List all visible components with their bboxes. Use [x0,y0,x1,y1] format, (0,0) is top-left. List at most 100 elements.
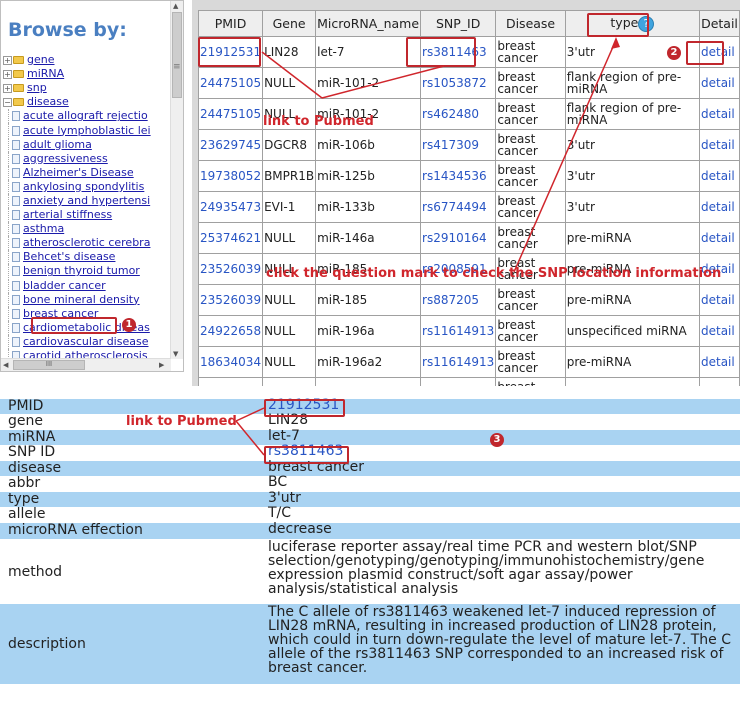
tree-horizontal-scroll-thumb[interactable]: III [13,360,85,370]
snp-link[interactable]: rs417309 [422,138,479,152]
tree-disease-item[interactable]: asthma [3,222,169,237]
scroll-up-arrow-icon[interactable]: ▲ [173,2,178,10]
snp-link[interactable]: rs887205 [422,293,479,307]
detail-link[interactable]: detail [701,107,735,121]
pmid-cell[interactable]: 24475105 [197,67,264,99]
tree-category-link[interactable]: miRNA [27,67,64,81]
pmid-cell[interactable]: 23629745 [197,129,264,161]
pmid-link[interactable]: 18634034 [200,355,261,369]
scroll-down-arrow-icon[interactable]: ▼ [173,350,178,358]
detail-cell[interactable]: detail [699,315,740,347]
detail-link[interactable]: detail [701,200,735,214]
pmid-link[interactable]: 23526039 [200,262,261,276]
tree-disease-link[interactable]: aggressiveness [23,152,108,166]
tree-disease-item[interactable]: ankylosing spondylitis [3,179,169,194]
snp-cell[interactable]: rs887205 [420,284,497,316]
tree-disease-item[interactable]: bladder cancer [3,278,169,293]
tree-vertical-scrollbar[interactable]: ▲ ≡ ▼ [170,1,183,359]
snp-cell[interactable]: rs6774494 [420,191,497,223]
snp-cell[interactable]: rs11614913 [420,377,497,386]
tree-category-disease[interactable]: − disease [3,95,169,109]
pmid-cell[interactable]: 23526039 [197,253,264,285]
snp-link[interactable]: rs1053872 [422,76,487,90]
snp-cell[interactable]: rs462480 [420,98,497,130]
pmid-cell[interactable]: 18634034 [197,346,264,378]
tree-disease-item[interactable]: aggressiveness [3,151,169,166]
pmid-link[interactable]: 23629745 [200,138,261,152]
detail-cell[interactable]: detail [699,346,740,378]
pmid-cell[interactable]: 25374621 [197,222,264,254]
tree-disease-item[interactable]: atherosclerotic cerebra [3,236,169,251]
tree-category-link[interactable]: snp [27,81,47,95]
pmid-link[interactable]: 24922658 [200,324,261,338]
detail-cell[interactable]: detail [699,191,740,223]
tree-disease-item[interactable]: anxiety and hypertensi [3,193,169,208]
snp-cell[interactable]: rs11614913 [420,315,497,347]
pmid-link[interactable]: 24935473 [200,200,261,214]
snp-cell[interactable]: rs1053872 [420,67,497,99]
tree-horizontal-scrollbar[interactable]: ◀ III ▶ [1,358,171,371]
detail-link[interactable]: detail [701,231,735,245]
tree-disease-link[interactable]: Behcet's disease [23,250,115,264]
tree-disease-link[interactable]: arterial stiffness [23,208,112,222]
tree-disease-link[interactable]: Alzheimer's Disease [23,166,134,180]
snp-link[interactable]: rs6774494 [422,200,487,214]
tree-disease-link[interactable]: acute allograft rejectio [23,109,148,123]
pmid-link[interactable]: 19738052 [200,169,261,183]
detail-cell[interactable]: detail [699,377,740,386]
tree-disease-item[interactable]: bone mineral density [3,292,169,307]
detail-link[interactable]: detail [701,76,735,90]
tree-disease-link[interactable]: acute lymphoblastic lei [23,124,151,138]
tree-disease-link[interactable]: ankylosing spondylitis [23,180,144,194]
expand-icon[interactable]: + [3,55,12,65]
pmid-cell[interactable]: 19567675 [197,377,264,386]
pmid-cell[interactable]: 23526039 [197,284,264,316]
detail-cell[interactable]: detail [699,67,740,99]
collapse-icon[interactable]: − [3,97,12,107]
pmid-cell[interactable]: 24922658 [197,315,264,347]
pmid-link[interactable]: 23526039 [200,293,261,307]
snp-link[interactable]: rs11614913 [422,355,494,369]
tree-category-mirna[interactable]: + miRNA [3,67,169,81]
tree-disease-item[interactable]: adult glioma [3,137,169,152]
pmid-cell[interactable]: 24475105 [197,98,264,130]
tree-disease-link[interactable]: cardiovascular disease [23,335,148,349]
scroll-left-arrow-icon[interactable]: ◀ [3,361,8,369]
tree-disease-link[interactable]: bone mineral density [23,293,140,307]
snp-link[interactable]: rs462480 [422,107,479,121]
tree-category-gene[interactable]: + gene [3,53,169,67]
detail-cell[interactable]: detail [699,160,740,192]
tree-disease-item[interactable]: benign thyroid tumor [3,264,169,279]
pmid-link[interactable]: 24475105 [200,107,261,121]
tree-disease-item[interactable]: Behcet's disease [3,250,169,265]
tree-category-link[interactable]: gene [27,53,55,67]
tree-disease-link[interactable]: anxiety and hypertensi [23,194,150,208]
snp-link[interactable]: rs1434536 [422,169,487,183]
scroll-right-arrow-icon[interactable]: ▶ [159,361,164,369]
detail-link[interactable]: detail [701,138,735,152]
tree-disease-item[interactable]: cardiovascular disease [3,334,169,349]
tree-disease-item[interactable]: Alzheimer's Disease [3,165,169,180]
detail-cell[interactable]: detail [699,284,740,316]
detail-cell[interactable]: detail [699,129,740,161]
tree-disease-link[interactable]: asthma [23,222,64,236]
snp-cell[interactable]: rs1434536 [420,160,497,192]
tree-disease-link[interactable]: adult glioma [23,138,92,152]
pmid-link[interactable]: 25374621 [200,231,261,245]
tree-disease-link[interactable]: bladder cancer [23,279,106,293]
tree-disease-link[interactable]: benign thyroid tumor [23,264,140,278]
tree-category-snp[interactable]: + snp [3,81,169,95]
pmid-cell[interactable]: 19738052 [197,160,264,192]
tree-category-link[interactable]: disease [27,95,69,109]
expand-icon[interactable]: + [3,83,12,93]
snp-cell[interactable]: rs11614913 [420,346,497,378]
detail-link[interactable]: detail [701,293,735,307]
snp-link[interactable]: rs11614913 [422,324,494,338]
tree-disease-link[interactable]: atherosclerotic cerebra [23,236,150,250]
detail-cell[interactable]: detail [699,222,740,254]
expand-icon[interactable]: + [3,69,12,79]
pmid-cell[interactable]: 24935473 [197,191,264,223]
detail-link[interactable]: detail [701,324,735,338]
detail-cell[interactable]: detail [699,98,740,130]
detail-link[interactable]: detail [701,169,735,183]
